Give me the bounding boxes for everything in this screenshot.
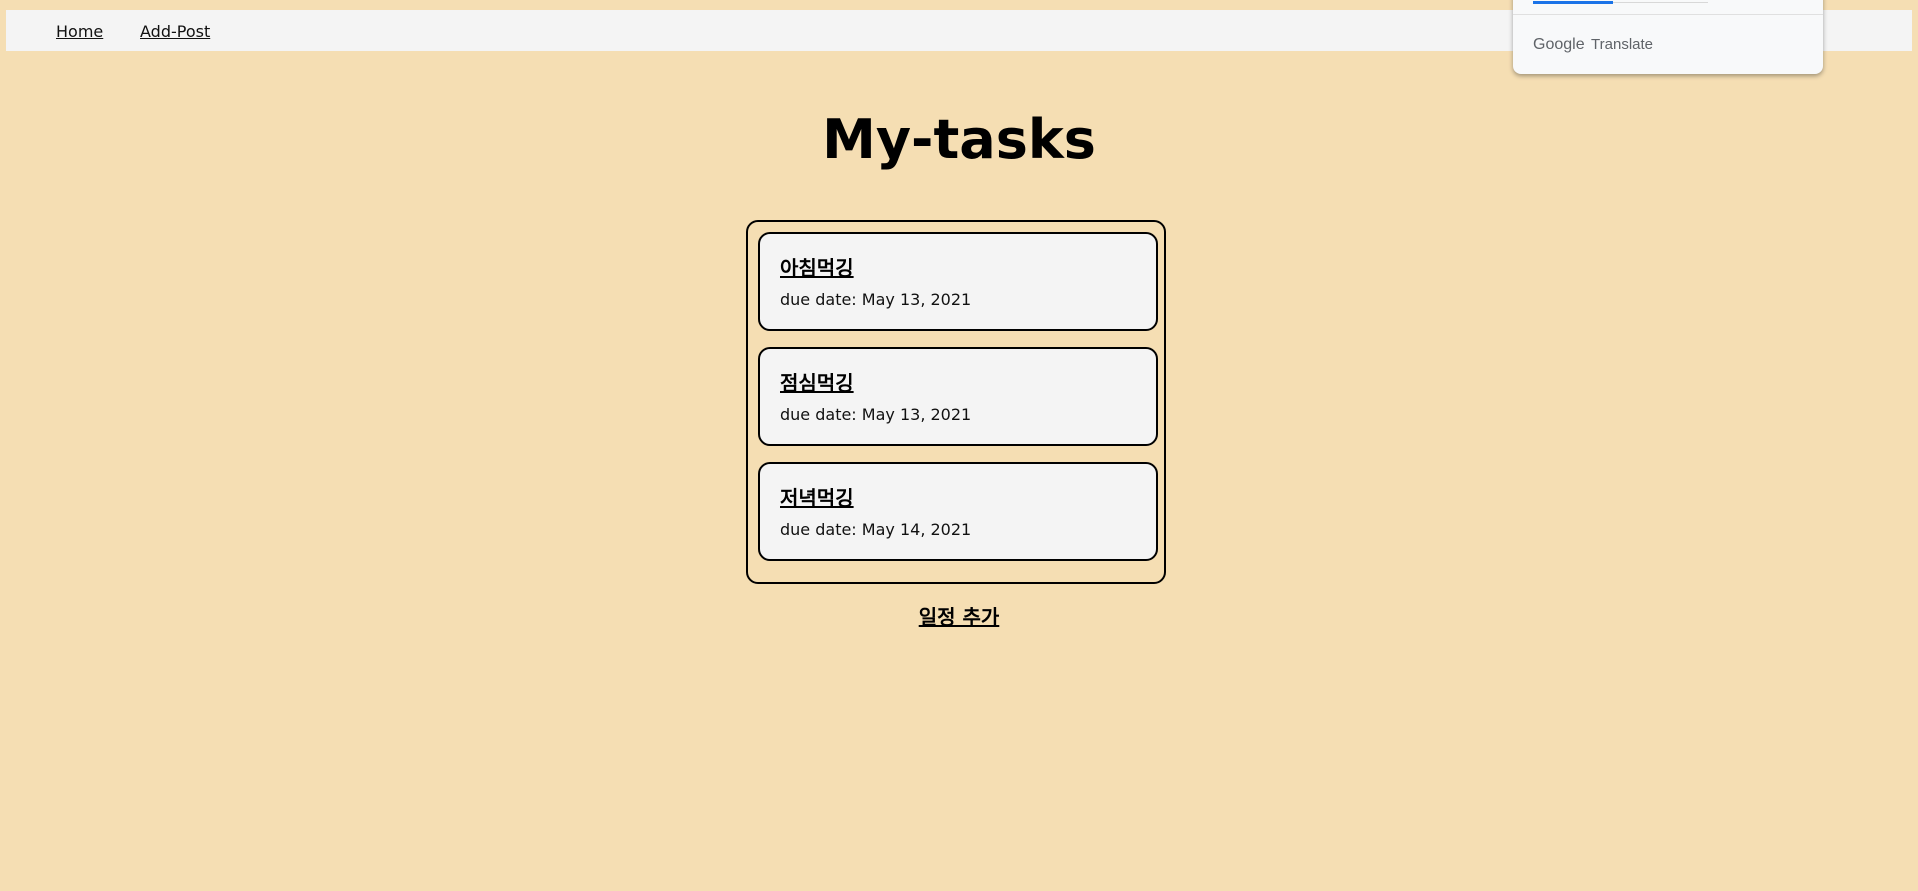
due-date-label: due date: <box>780 290 857 309</box>
due-date-label: due date: <box>780 520 857 539</box>
task-card: 점심먹깅 due date: May 13, 2021 <box>758 347 1158 446</box>
due-date-value: May 13, 2021 <box>861 290 972 309</box>
translate-divider <box>1513 14 1823 15</box>
add-schedule-container: 일정 추가 <box>0 604 1918 630</box>
task-due-date: due date: May 13, 2021 <box>780 405 971 424</box>
add-schedule-link[interactable]: 일정 추가 <box>919 605 1000 629</box>
translate-active-tab-indicator[interactable] <box>1533 1 1613 4</box>
nav-add-post-link[interactable]: Add-Post <box>140 22 210 41</box>
due-date-label: due date: <box>780 405 857 424</box>
task-card: 저녁먹깅 due date: May 14, 2021 <box>758 462 1158 561</box>
due-date-value: May 14, 2021 <box>861 520 972 539</box>
task-title-link[interactable]: 점심먹깅 <box>780 367 854 396</box>
google-wordmark: Google <box>1533 36 1585 53</box>
translate-wordmark: Translate <box>1591 36 1654 53</box>
task-due-date: due date: May 14, 2021 <box>780 520 971 539</box>
task-title-link[interactable]: 저녁먹깅 <box>780 482 854 511</box>
nav-home-link[interactable]: Home <box>56 22 103 41</box>
task-title-link[interactable]: 아침먹깅 <box>780 252 854 281</box>
task-card: 아침먹깅 due date: May 13, 2021 <box>758 232 1158 331</box>
google-translate-logo: Google Translate <box>1533 36 1653 54</box>
task-due-date: due date: May 13, 2021 <box>780 290 971 309</box>
google-translate-popup: Google Translate <box>1513 0 1823 74</box>
page-title: My-tasks <box>822 108 1096 171</box>
task-list: 아침먹깅 due date: May 13, 2021 점심먹깅 due dat… <box>746 220 1166 584</box>
due-date-value: May 13, 2021 <box>861 405 972 424</box>
